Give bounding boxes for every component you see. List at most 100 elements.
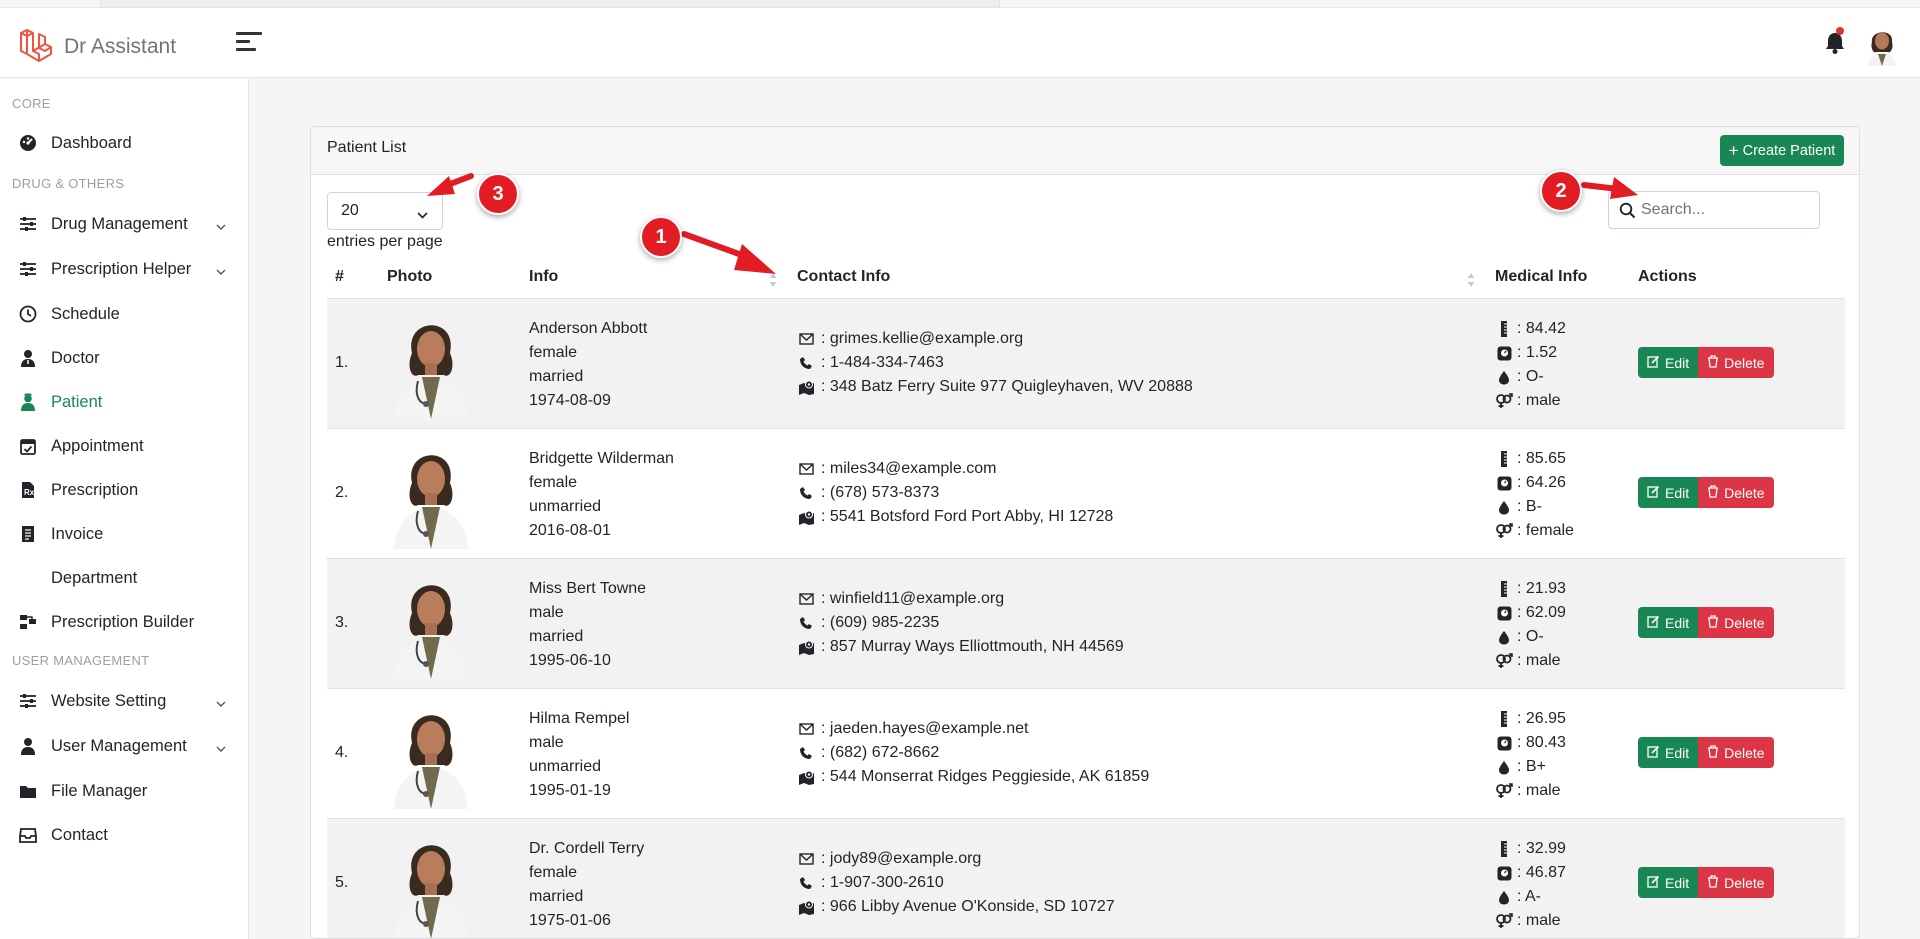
- sidebar-item-drug-management[interactable]: Drug Management: [0, 206, 248, 242]
- table-row: 5. Dr. Cordell Terry female married 1975…: [327, 819, 1845, 938]
- blood-drop-icon: [1495, 370, 1513, 385]
- patient-gender: male: [529, 604, 564, 621]
- sliders-icon: [18, 691, 38, 711]
- sidebar-item-doctor[interactable]: Doctor: [0, 340, 248, 376]
- sidebar-item-invoice[interactable]: Invoice: [0, 516, 248, 552]
- bell-icon[interactable]: [1823, 30, 1847, 56]
- patient-height: : 21.93: [1517, 580, 1566, 597]
- brand[interactable]: Dr Assistant: [18, 26, 176, 67]
- edit-icon: [1647, 355, 1660, 371]
- patient-weight: : 46.87: [1517, 864, 1566, 881]
- edit-button[interactable]: Edit: [1638, 737, 1699, 768]
- patient-marital-status: unmarried: [529, 498, 602, 515]
- annotation-badge-3: 3: [477, 173, 519, 215]
- delete-label: Delete: [1724, 354, 1765, 371]
- brand-name: Dr Assistant: [64, 34, 177, 58]
- create-patient-label: Create Patient: [1742, 142, 1836, 159]
- patient-phone: : (682) 672-8662: [821, 744, 940, 761]
- patient-list-card: Patient List + Create Patient 20 entries…: [310, 126, 1860, 939]
- user-doctor-icon: [18, 348, 38, 368]
- patient-weight: : 62.09: [1517, 604, 1566, 621]
- phone-icon: [797, 746, 815, 760]
- sort-icon[interactable]: [1467, 272, 1475, 288]
- sidebar-item-department[interactable]: Department: [0, 560, 248, 596]
- sidebar-item-website-setting[interactable]: Website Setting: [0, 683, 248, 719]
- svg-text:Rx: Rx: [24, 488, 35, 497]
- envelope-icon: [797, 333, 815, 345]
- sidebar-heading-user: USER MANAGEMENT: [12, 653, 150, 668]
- edit-button[interactable]: Edit: [1638, 607, 1699, 638]
- patient-medical-info: : 32.99 : 46.87 : A- : male: [1495, 837, 1566, 933]
- sidebar: CORE Dashboard DRUG & OTHERS Drug Manage…: [0, 79, 249, 939]
- phone-icon: [797, 616, 815, 630]
- entries-per-page-label: entries per page: [327, 233, 443, 250]
- chevron-down-icon: [216, 741, 226, 752]
- annotation-arrow-3: [427, 173, 474, 196]
- trash-icon: [1707, 874, 1719, 891]
- chevron-down-icon: [216, 264, 226, 275]
- sidebar-item-label: Drug Management: [51, 214, 188, 233]
- blood-drop-icon: [1495, 890, 1513, 905]
- trash-icon: [1707, 744, 1719, 761]
- weight-scale-icon: [1495, 736, 1513, 751]
- patient-photo: [390, 571, 472, 679]
- create-patient-button[interactable]: + Create Patient: [1720, 135, 1844, 166]
- patient-email: : winfield11@example.org: [821, 590, 1005, 607]
- column-header-info[interactable]: Info: [529, 268, 558, 286]
- phone-icon: [797, 356, 815, 370]
- sidebar-item-prescription-builder[interactable]: Prescription Builder: [0, 604, 248, 640]
- sidebar-item-file-manager[interactable]: File Manager: [0, 773, 248, 809]
- envelope-icon: [797, 593, 815, 605]
- sidebar-item-label: Dashboard: [51, 133, 132, 152]
- clock-icon: [18, 304, 38, 324]
- patient-gender: female: [529, 344, 578, 361]
- delete-button[interactable]: Delete: [1698, 867, 1774, 898]
- row-actions: Edit Delete: [1638, 737, 1774, 768]
- delete-button[interactable]: Delete: [1698, 737, 1774, 768]
- sidebar-item-prescription[interactable]: Rx Prescription: [0, 472, 248, 508]
- menu-toggle-button[interactable]: [236, 32, 262, 54]
- table-row: 2. Bridgette Wilderman female unmarried …: [327, 429, 1845, 559]
- column-header-contact-info[interactable]: Contact Info: [797, 268, 890, 286]
- ruler-vertical-icon: [1495, 581, 1513, 597]
- sidebar-item-contact[interactable]: Contact: [0, 817, 248, 853]
- sidebar-item-label: Department: [51, 568, 138, 587]
- sidebar-item-label: User Management: [51, 736, 187, 755]
- patient-medical-info: : 26.95 : 80.43 : B+ : male: [1495, 707, 1566, 803]
- patient-name: Miss Bert Towne: [529, 580, 647, 597]
- edit-button[interactable]: Edit: [1638, 477, 1699, 508]
- edit-button[interactable]: Edit: [1638, 867, 1699, 898]
- edit-button[interactable]: Edit: [1638, 347, 1699, 378]
- user-avatar[interactable]: [1864, 24, 1900, 66]
- patient-dob: 2016-08-01: [529, 522, 611, 539]
- patient-address: : 348 Batz Ferry Suite 977 Quigleyhaven,…: [821, 378, 1193, 395]
- edit-label: Edit: [1665, 744, 1690, 761]
- sliders-icon: [18, 214, 38, 234]
- annotation-badge-2: 2: [1540, 170, 1582, 212]
- calendar-check-icon: [18, 436, 38, 456]
- delete-button[interactable]: Delete: [1698, 347, 1774, 378]
- blank-icon: [18, 568, 38, 588]
- sidebar-item-appointment[interactable]: Appointment: [0, 428, 248, 464]
- patient-sex: : male: [1517, 392, 1561, 409]
- patient-gender: female: [529, 474, 578, 491]
- sidebar-item-dashboard[interactable]: Dashboard: [0, 125, 248, 161]
- sidebar-item-patient[interactable]: Patient: [0, 384, 248, 420]
- patient-name: Hilma Rempel: [529, 710, 630, 727]
- patient-phone: : 1-484-334-7463: [821, 354, 944, 371]
- patient-info: Anderson Abbott female married 1974-08-0…: [529, 317, 647, 413]
- sidebar-item-prescription-helper[interactable]: Prescription Helper: [0, 251, 248, 287]
- delete-button[interactable]: Delete: [1698, 607, 1774, 638]
- sidebar-item-schedule[interactable]: Schedule: [0, 296, 248, 332]
- top-header: Dr Assistant: [0, 8, 1920, 78]
- sidebar-item-user-management[interactable]: User Management: [0, 728, 248, 764]
- weight-scale-icon: [1495, 606, 1513, 621]
- venus-mars-icon: [1495, 913, 1513, 929]
- row-index: 2.: [335, 484, 349, 501]
- user-icon: [18, 736, 38, 756]
- delete-button[interactable]: Delete: [1698, 477, 1774, 508]
- patient-gender: female: [529, 864, 578, 881]
- patient-weight: : 64.26: [1517, 474, 1566, 491]
- patient-name: Anderson Abbott: [529, 320, 648, 337]
- search-input[interactable]: [1641, 197, 1813, 223]
